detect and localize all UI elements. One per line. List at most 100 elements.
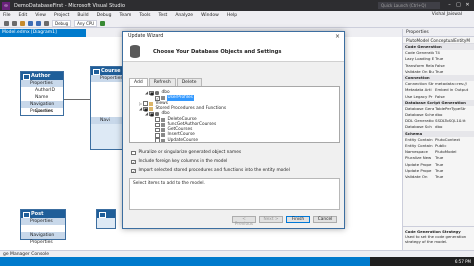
option-pluralize[interactable]: Pluralize or singularize generated objec…	[131, 150, 241, 156]
menu-help[interactable]: Help	[227, 13, 237, 18]
property-row[interactable]	[21, 225, 65, 232]
property-authorid[interactable]: AuthorID	[21, 87, 63, 94]
visual-studio-logo-icon: ∞	[2, 1, 10, 10]
association-line[interactable]	[64, 99, 90, 100]
checkbox[interactable]: ✓	[131, 168, 136, 174]
navigation-section[interactable]: Navi	[91, 117, 123, 124]
menu-edit[interactable]: Edit	[19, 13, 28, 18]
dialog-title-bar: Update Wizard ×	[123, 32, 344, 41]
entity-partial[interactable]	[96, 209, 116, 229]
menu-window[interactable]: Window	[201, 13, 219, 18]
start-icon[interactable]	[100, 20, 106, 26]
close-icon[interactable]: ×	[333, 32, 342, 41]
property-row[interactable]	[91, 96, 123, 103]
package-manager-console-tab[interactable]: ge Manager Console	[0, 250, 474, 257]
nav-property-courses[interactable]: Courses	[21, 108, 63, 115]
menu-debug[interactable]: Debug	[97, 13, 112, 18]
entity-post[interactable]: Post Properties Navigation Properties	[20, 209, 66, 245]
back-icon[interactable]	[4, 20, 9, 26]
wizard-status-area: Select items to add to the model.	[129, 178, 340, 210]
checkbox[interactable]	[155, 138, 160, 142]
properties-subject[interactable]: PlutoModel ConceptualEntityM	[403, 37, 474, 44]
menu-analyze[interactable]: Analyze	[175, 13, 193, 18]
forward-icon[interactable]	[12, 20, 17, 26]
menu-team[interactable]: Team	[119, 13, 131, 18]
platform-dropdown[interactable]: Any CPU	[74, 19, 98, 27]
property-grid[interactable]: Code GenerationCode GenerationT4Lazy Loa…	[403, 44, 474, 180]
dialog-heading: Choose Your Database Objects and Setting…	[153, 49, 282, 55]
title-bar: ∞ DemoDatabaseFirst - Microsoft Visual S…	[0, 0, 474, 11]
property-description: Code Generation Strategy Used to set the…	[403, 226, 474, 250]
signed-in-user[interactable]: Vishal Jaiswal	[432, 12, 462, 17]
dialog-buttons: < Previous Next > Finish Cancel	[229, 216, 337, 227]
tree-node[interactable]: UpdateCourse	[150, 137, 199, 143]
menu-test[interactable]: Test	[158, 13, 167, 18]
save-icon[interactable]	[28, 20, 33, 26]
previous-button[interactable]: < Previous	[232, 216, 256, 227]
database-objects-tree[interactable]: ◢ ■ dbo ✓ UserProfiles ▷ Views ◢ ■ Stored Procedu…	[129, 86, 340, 143]
undo-icon[interactable]	[44, 20, 49, 26]
entity-header: Author	[21, 72, 63, 80]
next-button[interactable]: Next >	[259, 216, 283, 223]
menu-bar: File Edit View Project Build Debug Team …	[0, 11, 474, 19]
tab-delete[interactable]: Delete	[176, 78, 202, 86]
properties-section[interactable]: Properties	[21, 218, 65, 225]
menu-file[interactable]: File	[3, 13, 11, 18]
taskbar-clock: 6:57 PM	[370, 257, 474, 266]
menu-build[interactable]: Build	[77, 13, 88, 18]
option-foreign-keys[interactable]: ✓ Include foreign key columns in the mod…	[131, 159, 227, 165]
entity-header	[97, 210, 115, 218]
properties-panel-title: Properties	[403, 29, 474, 37]
navigation-section[interactable]: Navigation Properties	[21, 101, 63, 114]
save-all-icon[interactable]	[36, 20, 41, 26]
property-row[interactable]	[91, 82, 123, 89]
minimize-button[interactable]: –	[445, 0, 454, 11]
window-controls: – □ ✕	[445, 0, 472, 11]
menu-tools[interactable]: Tools	[139, 13, 150, 18]
menu-project[interactable]: Project	[54, 13, 69, 18]
document-tabs: Model.edmx [Diagram1]	[0, 29, 128, 37]
property-key: Validate On	[405, 173, 428, 179]
update-wizard-dialog: Update Wizard × Choose Your Database Obj…	[122, 31, 345, 229]
checkbox[interactable]: ✓	[131, 159, 136, 165]
wizard-status-text: Select items to add to the model.	[133, 181, 205, 186]
option-import-procedures[interactable]: ✓ Import selected stored procedures and …	[131, 168, 290, 174]
dialog-banner: Choose Your Database Objects and Setting…	[123, 41, 344, 62]
close-window-button[interactable]: ✕	[463, 0, 472, 11]
tab-refresh[interactable]: Refresh	[148, 78, 176, 86]
property-row[interactable]	[91, 89, 123, 96]
entity-header: Post	[21, 210, 65, 218]
window-title: DemoDatabaseFirst - Microsoft Visual Stu…	[14, 2, 126, 9]
dialog-title: Update Wizard	[128, 34, 164, 39]
property-row[interactable]	[91, 110, 123, 117]
tree-node-label: UpdateCourse	[167, 137, 199, 143]
properties-section[interactable]: Properties	[21, 80, 63, 87]
dialog-tabs: Add Refresh Delete	[129, 78, 203, 86]
property-row[interactable]: Validate On True	[403, 174, 474, 180]
entity-header: Course	[91, 67, 123, 75]
description-text: Used to set the code generation strategy…	[405, 234, 467, 244]
tab-model-diagram[interactable]: Model.edmx [Diagram1]	[0, 29, 86, 37]
new-project-icon[interactable]	[20, 20, 25, 26]
entity-author[interactable]: Author Properties AuthorID Name Navigati…	[20, 71, 64, 116]
configuration-dropdown[interactable]: Debug	[52, 19, 72, 27]
property-name[interactable]: Name	[21, 94, 63, 101]
tab-add[interactable]: Add	[129, 78, 148, 86]
tree-node-label: UserProfiles	[166, 95, 194, 102]
properties-panel: Properties PlutoModel ConceptualEntityM …	[402, 29, 474, 250]
properties-section[interactable]: Properties	[91, 75, 123, 82]
standard-toolbar: Debug Any CPU	[0, 19, 474, 28]
proc-icon	[161, 138, 165, 142]
cancel-button[interactable]: Cancel	[313, 216, 337, 223]
property-row[interactable]	[91, 103, 123, 110]
finish-button[interactable]: Finish	[286, 216, 310, 223]
entity-course[interactable]: Course Properties Navi	[90, 66, 124, 150]
menu-view[interactable]: View	[35, 13, 46, 18]
maximize-button[interactable]: □	[454, 0, 463, 11]
checkbox[interactable]	[131, 150, 136, 156]
property-value[interactable]: True	[434, 174, 474, 180]
property-value[interactable]: True	[434, 69, 474, 75]
navigation-section[interactable]: Navigation Properties	[21, 232, 65, 245]
quick-launch-input[interactable]: Quick Launch (Ctrl+Q)	[378, 2, 440, 9]
property-value[interactable]: dbo	[434, 124, 474, 130]
